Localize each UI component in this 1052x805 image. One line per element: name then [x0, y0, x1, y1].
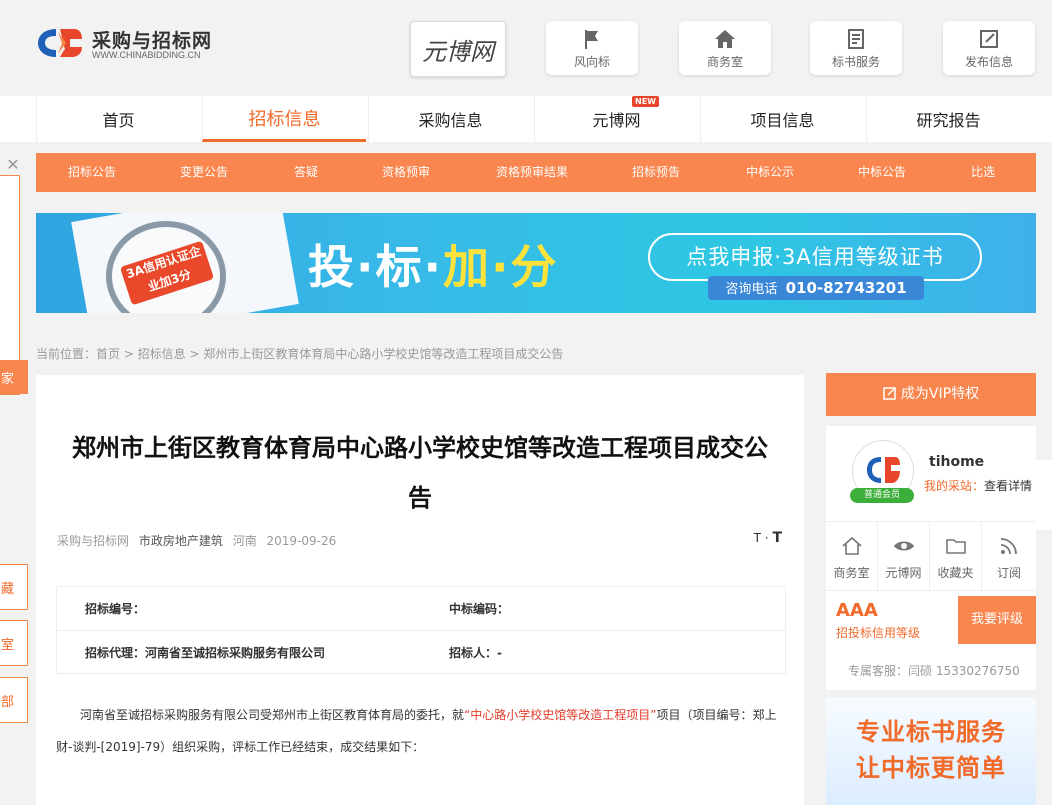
vip-button[interactable]: 成为VIP特权 [826, 373, 1036, 416]
subnav-item[interactable]: 比选 [958, 153, 1008, 192]
article-meta: 采购与招标网 市政房地产建筑 河南 2019-09-26 [57, 532, 342, 549]
rate-me-button[interactable]: 我要评级 [958, 596, 1036, 644]
credit-rating: AAA [836, 600, 878, 621]
banner-cta[interactable]: 点我申报·3A信用等级证书 [648, 233, 982, 281]
info-table: 招标编号： 中标编码： 招标代理：河南省至诚招标采购服务有限公司 招标人：- [56, 586, 786, 674]
top-button-office[interactable]: 商务室 [679, 21, 771, 75]
top-button-bid-service[interactable]: 标书服务 [810, 21, 902, 75]
article-paragraph: 河南省至诚招标采购服务有限公司受郑州市上街区教育体育局的委托，就“中心路小学校史… [56, 699, 786, 763]
username: tihome [929, 454, 985, 470]
banner-phone: 咨询电话 010-82743201 [708, 276, 924, 300]
subnav-item[interactable]: 招标预告 [616, 153, 696, 192]
vip-label: 成为VIP特权 [900, 386, 980, 402]
top-button-trend[interactable]: 风向标 [546, 21, 638, 75]
top-button-label: 商务室 [706, 55, 743, 69]
left-float-button[interactable]: 部 [0, 677, 28, 723]
yuanbo-logo[interactable]: 元博网 [410, 21, 506, 77]
right-float-tab[interactable] [1036, 460, 1052, 530]
nav-project-info[interactable]: 项目信息 [700, 96, 864, 142]
nav-yuanbo-label: 元博网 [592, 111, 641, 130]
top-button-label: 发布信息 [964, 55, 1013, 69]
quick-link-label: 商务室 [833, 566, 870, 580]
quick-link-office[interactable]: 商务室 [826, 522, 878, 592]
site-logo[interactable]: 采购与招标网 WWW.CHINABIDDING.CN [36, 24, 236, 68]
nav-research-report[interactable]: 研究报告 [866, 96, 1030, 142]
user-card: 普通会员 tihome 我的采站：查看详情 商务室 元博网 收藏夹 订阅 AAA… [826, 426, 1036, 690]
top-button-label: 风向标 [573, 55, 610, 69]
promo-banner[interactable]: 3A信用认证企业加3分 投·标·加·分 点我申报·3A信用等级证书 咨询电话 0… [36, 213, 1036, 313]
close-icon[interactable]: ✕ [0, 153, 26, 177]
subnav-item[interactable]: 招标公告 [52, 153, 132, 192]
main-nav: 首页 招标信息 采购信息 元博网 NEW 项目信息 研究报告 [0, 96, 1052, 142]
quick-link-favorites[interactable]: 收藏夹 [930, 522, 982, 592]
quick-links: 商务室 元博网 收藏夹 订阅 [826, 521, 1036, 592]
subnav-item[interactable]: 变更公告 [164, 153, 244, 192]
home-icon [841, 536, 862, 555]
logo-cn: 采购与招标网 [92, 30, 213, 52]
subnav-item[interactable]: 答疑 [276, 153, 336, 192]
rss-icon [1000, 538, 1017, 555]
para-a: 河南省至诚招标采购服务有限公司受郑州市上街区教育体育局的委托，就 [80, 708, 465, 722]
banner-headline: 投·标·加·分 [308, 231, 558, 297]
new-badge: NEW [632, 96, 659, 107]
left-float-button[interactable]: 室 [0, 620, 28, 666]
promo-line-1: 专业标书服务 [856, 718, 1006, 746]
quick-link-label: 订阅 [996, 566, 1021, 580]
banner-phone-number: 010-82743201 [785, 279, 907, 297]
edit-icon [883, 387, 896, 400]
nav-procurement-info[interactable]: 采购信息 [368, 96, 532, 142]
nav-bidding-info[interactable]: 招标信息 [202, 96, 366, 142]
top-button-publish[interactable]: 发布信息 [943, 21, 1035, 75]
win-code: 中标编码： [449, 602, 510, 616]
bid-number: 招标编号： [85, 602, 146, 616]
quick-link-yuanbo[interactable]: 元博网 [878, 522, 930, 592]
customer-service: 专属客服：闫硕 15330276750 [848, 664, 1020, 678]
subnav-item[interactable]: 中标公示 [730, 153, 810, 192]
article-card: 郑州市上街区教育体育局中心路小学校史馆等改造工程项目成交公告 采购与招标网 市政… [36, 375, 804, 805]
bid-agent: 招标代理：河南省至诚招标采购服务有限公司 [85, 646, 326, 660]
breadcrumb[interactable]: 当前位置：首页 > 招标信息 > 郑州市上街区教育体育局中心路小学校史馆等改造工… [36, 345, 563, 362]
font-toggle-sep: · [764, 531, 769, 545]
view-details-link[interactable]: 查看详情 [984, 479, 1032, 493]
banner-phone-label: 咨询电话 [725, 282, 778, 297]
nav-home[interactable]: 首页 [36, 96, 200, 142]
article-date: 2019-09-26 [266, 534, 337, 548]
quick-link-subscribe[interactable]: 订阅 [982, 522, 1036, 592]
article-region[interactable]: 河南 [233, 534, 257, 548]
left-float-button[interactable]: 藏 [0, 564, 28, 610]
quick-link-label: 元博网 [885, 566, 922, 580]
banner-headline-a: 投·标· [308, 240, 443, 294]
credit-rating-label: 招投标信用等级 [836, 626, 921, 640]
article-category[interactable]: 市政房地产建筑 [139, 534, 223, 548]
logo-mark-icon [38, 29, 82, 57]
article-source[interactable]: 采购与招标网 [57, 534, 129, 548]
subnav-item[interactable]: 中标公告 [842, 153, 922, 192]
home-icon [715, 30, 735, 48]
folder-icon [945, 539, 966, 554]
tenderer: 招标人：- [449, 646, 502, 660]
subnav-item[interactable]: 资格预审结果 [482, 153, 582, 192]
document-icon [848, 29, 864, 49]
edit-icon [980, 30, 998, 48]
project-name: “中心路小学校史馆等改造工程项目” [464, 708, 657, 722]
font-small-button[interactable]: T [754, 531, 761, 545]
my-shop: 我的采站：查看详情 [924, 477, 1032, 494]
left-float-button[interactable]: 家 [0, 360, 28, 394]
nav-yuanbo[interactable]: 元博网 NEW [534, 96, 698, 142]
eye-icon [893, 541, 914, 551]
font-large-button[interactable]: T [772, 530, 782, 546]
flag-icon [585, 30, 598, 49]
my-shop-label: 我的采站： [924, 479, 985, 493]
member-badge: 普通会员 [850, 488, 914, 503]
quick-link-label: 收藏夹 [937, 566, 974, 580]
logo-en: WWW.CHINABIDDING.CN [92, 50, 201, 60]
font-size-toggle[interactable]: T · T [754, 530, 782, 546]
bid-service-ad[interactable]: 专业标书服务 让中标更简单 [826, 698, 1036, 805]
sub-nav: 招标公告 变更公告 答疑 资格预审 资格预审结果 招标预告 中标公示 中标公告 … [36, 153, 1036, 192]
top-button-label: 标书服务 [831, 55, 880, 69]
article-title: 郑州市上街区教育体育局中心路小学校史馆等改造工程项目成交公告 [72, 434, 768, 512]
banner-headline-b: 加·分 [442, 240, 559, 294]
promo-line-2: 让中标更简单 [856, 754, 1006, 782]
subnav-item[interactable]: 资格预审 [366, 153, 446, 192]
